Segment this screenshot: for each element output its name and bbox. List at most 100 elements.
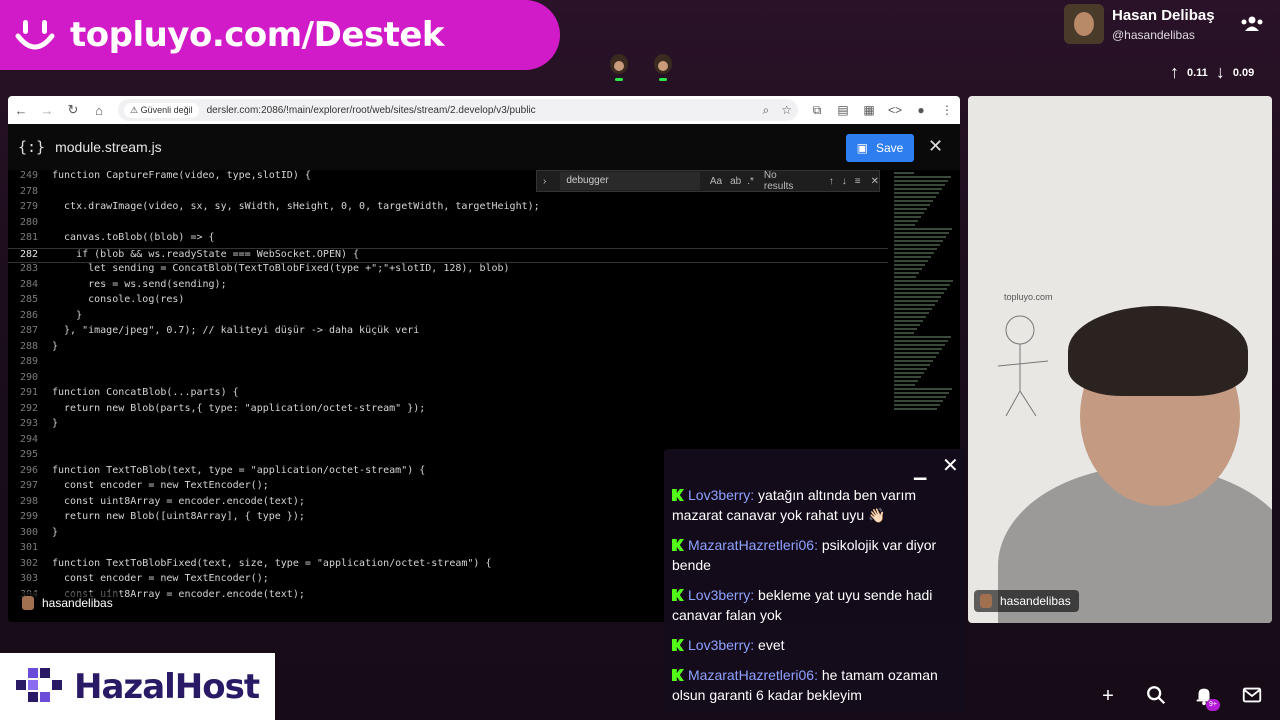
security-badge[interactable]: ⚠ Güvenli değil xyxy=(124,102,199,118)
code-text: const encoder = new TextEncoder(); xyxy=(52,480,269,491)
code-line[interactable]: 282 if (blob && ws.readyState === WebSoc… xyxy=(8,247,888,263)
code-line[interactable]: 279 ctx.drawImage(video, sx, sy, sWidth,… xyxy=(8,201,888,217)
chat-username[interactable]: Lov3berry xyxy=(688,637,750,653)
next-match-icon[interactable]: ↓ xyxy=(842,176,847,187)
chat-panel: ▁ ✕ Lov3berry: yatağın altında ben varım… xyxy=(664,449,966,712)
code-line[interactable]: 291 function ConcatBlob(...parts) { xyxy=(8,387,888,403)
minimap-line xyxy=(894,256,931,258)
minimap-line xyxy=(894,344,945,346)
chat-username[interactable]: Lov3berry xyxy=(688,587,750,603)
minimap-line xyxy=(894,312,929,314)
code-line[interactable]: 290 xyxy=(8,372,888,388)
devtools-icon[interactable]: <> xyxy=(882,103,908,117)
chat-text: evet xyxy=(758,637,785,653)
viewer-avatar[interactable] xyxy=(608,54,630,88)
save-icon: ▣ xyxy=(856,141,868,155)
address-bar[interactable]: ⚠ Güvenli değil dersler.com:2086/!main/e… xyxy=(118,99,798,121)
chat-colon: : xyxy=(814,537,818,553)
search-icon[interactable] xyxy=(1144,684,1168,708)
profile-icon[interactable]: ● xyxy=(908,103,934,117)
code-line[interactable]: 280 xyxy=(8,217,888,233)
code-line[interactable]: 283 let sending = ConcatBlob(TextToBlobF… xyxy=(8,263,888,279)
code-line[interactable]: 293} xyxy=(8,418,888,434)
minimap-line xyxy=(894,224,915,226)
mail-icon[interactable] xyxy=(1240,684,1264,708)
regex-toggle[interactable]: .* xyxy=(747,176,754,187)
code-line[interactable]: 294 xyxy=(8,434,888,450)
chat-username[interactable]: MazaratHazretleri06 xyxy=(688,537,814,553)
code-line[interactable]: 292 return new Blob(parts,{ type: "appli… xyxy=(8,403,888,419)
minimap-line xyxy=(894,260,928,262)
line-number: 286 xyxy=(19,309,38,321)
code-text: const encoder = new TextEncoder(); xyxy=(52,573,269,584)
line-number: 293 xyxy=(19,418,38,429)
code-line[interactable]: 285 console.log(res) xyxy=(8,294,888,310)
zoom-icon[interactable]: ⌕ xyxy=(763,103,770,118)
plus-icon[interactable]: + xyxy=(1096,684,1120,708)
line-number: 284 xyxy=(19,278,38,290)
banner: topluyo.com/Destek xyxy=(0,0,560,70)
minimap-line xyxy=(894,248,937,250)
close-icon[interactable]: ✕ xyxy=(928,136,943,157)
extensions-icon[interactable]: ⧉ xyxy=(804,103,830,118)
find-input[interactable]: debugger xyxy=(560,172,700,190)
minimap-line xyxy=(894,400,943,402)
close-icon[interactable]: ✕ xyxy=(942,453,959,478)
line-number: 289 xyxy=(19,356,38,367)
wall-drawing-icon xyxy=(997,315,1049,417)
code-line[interactable]: 288} xyxy=(8,341,888,357)
code-line[interactable]: 286 } xyxy=(8,310,888,326)
minimap-line xyxy=(894,384,915,386)
people-icon[interactable] xyxy=(1240,14,1264,34)
streamer-profile[interactable]: Hasan Delibaş @hasandelibas xyxy=(1064,4,1215,44)
minimap-line xyxy=(894,216,921,218)
minimap-line xyxy=(894,296,941,298)
code-line[interactable]: 284 res = ws.send(sending); xyxy=(8,279,888,295)
chat-colon: : xyxy=(814,667,818,683)
minimap-line xyxy=(894,288,947,290)
bookmark-star-icon[interactable]: ☆ xyxy=(781,103,792,118)
hazalhost-logo-icon xyxy=(16,667,62,702)
line-number: 291 xyxy=(19,387,38,398)
line-number: 294 xyxy=(19,433,38,445)
code-line[interactable]: 287 }, "image/jpeg", 0.7); // kaliteyi d… xyxy=(8,325,888,341)
minimap-line xyxy=(894,252,934,254)
minimize-icon[interactable]: ▁ xyxy=(914,461,926,481)
find-close-icon[interactable]: ✕ xyxy=(871,176,879,187)
minimap-line xyxy=(894,360,933,362)
sponsor-banner[interactable]: HazalHost xyxy=(0,653,275,720)
minimap-line xyxy=(894,244,940,246)
chat-username[interactable]: MazaratHazretleri06 xyxy=(688,667,814,683)
back-icon[interactable]: ← xyxy=(8,103,34,118)
home-icon[interactable]: ⌂ xyxy=(86,103,112,118)
find-result: No results xyxy=(763,170,794,192)
code-line[interactable]: 289 xyxy=(8,356,888,372)
forward-icon[interactable]: → xyxy=(34,103,60,118)
save-button[interactable]: ▣ Save xyxy=(846,134,914,162)
save-label: Save xyxy=(875,141,904,155)
chat-colon: : xyxy=(750,637,755,653)
code-text: console.log(res) xyxy=(52,294,185,305)
chat-username[interactable]: Lov3berry xyxy=(688,487,750,503)
viewer-avatar[interactable] xyxy=(652,54,674,88)
minimap-line xyxy=(894,372,924,374)
prev-match-icon[interactable]: ↑ xyxy=(829,176,834,187)
minimap[interactable] xyxy=(890,170,960,470)
reload-icon[interactable]: ↻ xyxy=(60,102,86,118)
chevron-right-icon[interactable]: › xyxy=(543,176,546,187)
code-text: } xyxy=(52,418,59,429)
minimap-line xyxy=(894,380,918,382)
code-line[interactable]: 281 canvas.toBlob((blob) => { xyxy=(8,232,888,248)
reading-list-icon[interactable]: ▤ xyxy=(830,103,856,117)
wall-drawing-text: topluyo.com xyxy=(1004,292,1053,302)
match-case-toggle[interactable]: Aa xyxy=(710,176,722,187)
menu-icon[interactable]: ⋮ xyxy=(934,103,960,117)
whole-word-toggle[interactable]: ab xyxy=(730,176,741,187)
find-menu-icon[interactable]: ≡ xyxy=(855,176,861,187)
qr-icon[interactable]: ▦ xyxy=(856,103,882,117)
minimap-line xyxy=(894,264,925,266)
line-number: 295 xyxy=(19,449,38,460)
